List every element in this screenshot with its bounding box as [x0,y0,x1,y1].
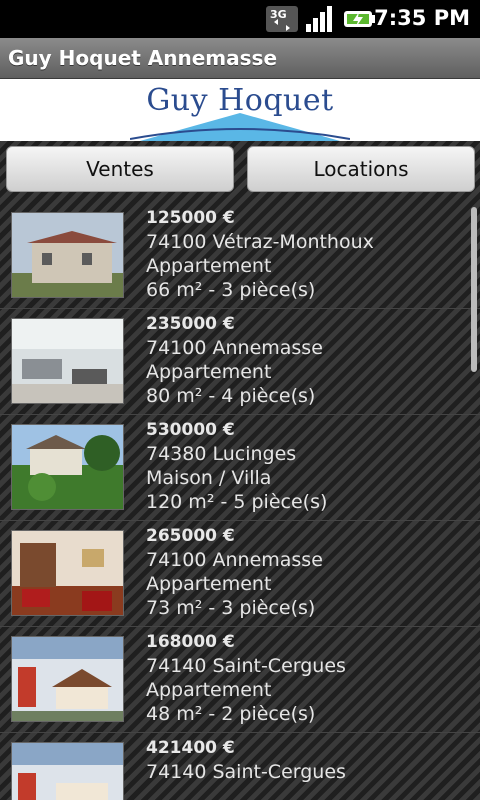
list-item[interactable]: 125000 € 74100 Vétraz-Monthoux Apparteme… [0,202,480,309]
logo-swoosh-icon [130,113,350,141]
listing-type: Appartement [146,255,272,277]
list-item[interactable]: 421400 € 74140 Saint-Cergues [0,732,480,800]
logo-banner: Guy Hoquet [0,79,480,141]
listing-location: 74140 Saint-Cergues [146,655,346,677]
app-title: Guy Hoquet Annemasse [8,46,278,70]
ventes-button[interactable]: Ventes [6,146,234,192]
listing-location: 74100 Annemasse [146,549,323,571]
3g-network-icon: 3G [266,6,298,32]
listing-price: 168000 € [146,632,235,652]
listing-type: Appartement [146,361,272,383]
status-time: 7:35 PM [374,6,470,30]
listing-location: 74380 Lucinges [146,443,297,465]
list-item[interactable]: 168000 € 74140 Saint-Cergues Appartement… [0,626,480,733]
listing-thumbnail [11,530,124,616]
listing-location: 74100 Vétraz-Monthoux [146,231,374,253]
listing-type: Appartement [146,679,272,701]
listing-location: 74140 Saint-Cergues [146,761,346,783]
listing-details: 66 m² - 3 pièce(s) [146,279,316,301]
listing-thumbnail [11,742,124,800]
title-bar: Guy Hoquet Annemasse [0,38,480,79]
battery-charging-icon [344,11,375,27]
listing-price: 265000 € [146,526,235,546]
signal-strength-icon [306,6,332,32]
listing-location: 74100 Annemasse [146,337,323,359]
listing-details: 73 m² - 3 pièce(s) [146,597,316,619]
status-bar: 3G 7:35 PM [0,0,480,38]
list-item[interactable]: 235000 € 74100 Annemasse Appartement 80 … [0,308,480,415]
listing-price: 530000 € [146,420,235,440]
listing-price: 125000 € [146,208,235,228]
svg-text:3G: 3G [270,8,287,21]
listing-details: 120 m² - 5 pièce(s) [146,491,328,513]
listing-details: 80 m² - 4 pièce(s) [146,385,316,407]
listing-thumbnail [11,424,124,510]
list-item[interactable]: 265000 € 74100 Annemasse Appartement 73 … [0,520,480,627]
list-scrollbar[interactable] [471,207,477,372]
list-item[interactable]: 530000 € 74380 Lucinges Maison / Villa 1… [0,414,480,521]
listing-thumbnail [11,318,124,404]
listing-thumbnail [11,212,124,298]
listing-thumbnail [11,636,124,722]
locations-button[interactable]: Locations [247,146,475,192]
listing-details: 48 m² - 2 pièce(s) [146,703,316,725]
listing-type: Appartement [146,573,272,595]
listing-type: Maison / Villa [146,467,272,489]
listing-list[interactable]: 125000 € 74100 Vétraz-Monthoux Apparteme… [0,202,480,800]
listing-price: 235000 € [146,314,235,334]
listing-price: 421400 € [146,738,235,758]
